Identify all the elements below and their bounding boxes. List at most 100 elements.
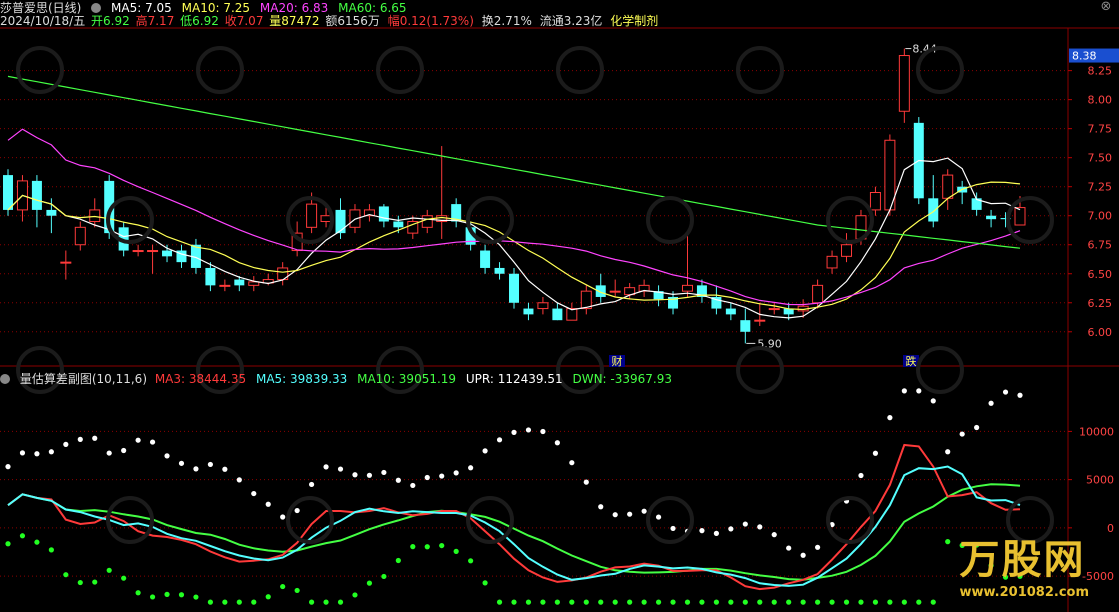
candle-body: [537, 302, 549, 310]
watermark-logo: [16, 46, 64, 94]
y-tick-label: 6.50: [1088, 268, 1113, 281]
dwn-dot: [901, 599, 907, 605]
watermark-logo: [466, 196, 514, 244]
float-label: 流通3.23亿: [539, 14, 603, 28]
sub-ma5-label: MA5: 39839.33: [255, 372, 348, 386]
sub-settings-icon[interactable]: [0, 374, 10, 384]
upr-dot: [872, 450, 879, 456]
dwn-dot: [843, 599, 850, 605]
dwn-dot: [786, 599, 792, 605]
watermark-logo: [646, 196, 694, 244]
dwn-dot: [265, 594, 271, 600]
upr-dot: [583, 479, 589, 485]
y-tick-label: 8.25: [1088, 65, 1113, 78]
candle-body: [46, 209, 57, 216]
upr-dot: [5, 464, 11, 470]
dwn-dot: [352, 592, 358, 598]
upr-dot: [410, 482, 416, 489]
dwn-dot: [453, 548, 459, 554]
upr-dot: [48, 449, 54, 455]
candle-body: [869, 192, 881, 211]
dwn-dot: [294, 587, 300, 594]
upr-dot: [77, 436, 83, 442]
dwn-dot: [424, 544, 430, 550]
candle-body: [306, 203, 318, 228]
y-tick-label: 7.25: [1088, 181, 1113, 194]
stock-chart[interactable]: 6.00 6.25 6.50 6.75 7.00 7.25 7.50 7.75 8.00 8.25…: [0, 0, 1119, 612]
upr-dot: [337, 466, 344, 472]
candle-body: [1014, 207, 1026, 226]
upr-dot: [612, 512, 618, 518]
high-label: 高7.17: [135, 14, 175, 28]
date-label: 2024/10/18/五: [0, 14, 86, 28]
upr-dot: [63, 441, 69, 447]
upr-dot: [366, 472, 373, 478]
candle-body: [31, 180, 42, 210]
candle-body: [609, 290, 621, 293]
upr-dot: [988, 400, 994, 406]
upr-dot: [19, 450, 26, 456]
dwn-dot: [323, 599, 329, 605]
candle-body: [421, 215, 433, 228]
y-tick-label: 6.00: [1088, 326, 1113, 339]
dwn-dot: [280, 583, 286, 590]
candle-body: [480, 250, 491, 268]
amount-label: 额6156万: [325, 14, 380, 28]
upr-dot: [280, 514, 286, 520]
upr-dot: [959, 431, 965, 437]
candle-body: [132, 250, 144, 253]
candle-body: [335, 209, 346, 234]
watermark: 万股网 www.201082.com: [959, 527, 1089, 600]
upr-dot: [525, 427, 532, 433]
watermark-brand: 万股网: [959, 537, 1086, 583]
dwn-dot: [482, 580, 488, 586]
ma3-label: MA3: 38444.35: [154, 372, 247, 386]
candle-body: [986, 215, 997, 220]
upr-dot: [236, 477, 242, 483]
candle-body: [494, 267, 505, 274]
dwn-dot: [410, 544, 416, 550]
event-marker: 跌: [906, 354, 917, 368]
upr-dot: [207, 461, 213, 468]
candle-body: [826, 255, 838, 269]
candle-body: [768, 308, 780, 311]
upr-dot: [178, 460, 185, 466]
upr-dot: [193, 466, 199, 472]
dwn-dot: [742, 599, 748, 605]
dwn-dot: [598, 599, 604, 605]
upr-dot: [786, 545, 792, 551]
upr-dot: [395, 477, 401, 483]
upr-dot: [352, 472, 358, 478]
dwn-dot: [164, 591, 170, 597]
industry-label[interactable]: 化学制剂: [610, 14, 658, 28]
settings-icon[interactable]: [91, 3, 102, 13]
upr-dot: [222, 466, 228, 472]
dwn-dot: [699, 599, 705, 605]
sub-y-tick-label: 10000: [1079, 425, 1114, 438]
dwn-dot: [655, 599, 662, 605]
close-icon[interactable]: ⊗: [1099, 0, 1113, 14]
dwn-dot: [713, 599, 720, 605]
upr-dot: [800, 552, 806, 558]
candle-body: [74, 226, 86, 246]
candle-body: [248, 281, 260, 286]
dwn-dot: [439, 542, 445, 549]
candle-body: [60, 261, 72, 264]
dwn-dot: [771, 599, 777, 605]
y-tick-label: 6.25: [1088, 297, 1113, 310]
y-tick-label: 7.75: [1088, 123, 1113, 136]
dwn-dot: [468, 558, 474, 564]
upr-dot: [424, 474, 430, 481]
upr-dot: [742, 521, 748, 527]
watermark-logo: [916, 346, 964, 394]
upr-dot: [149, 439, 156, 445]
dwn-dot: [63, 572, 69, 578]
dwn-dot: [800, 599, 806, 605]
dwn-dot: [309, 599, 315, 605]
dwn-dot: [48, 547, 54, 553]
dwn-dot: [193, 594, 199, 600]
dwn-dot: [569, 599, 575, 605]
dwn-dot: [77, 579, 83, 586]
candle-body: [681, 284, 693, 292]
upr-dot: [945, 449, 951, 455]
